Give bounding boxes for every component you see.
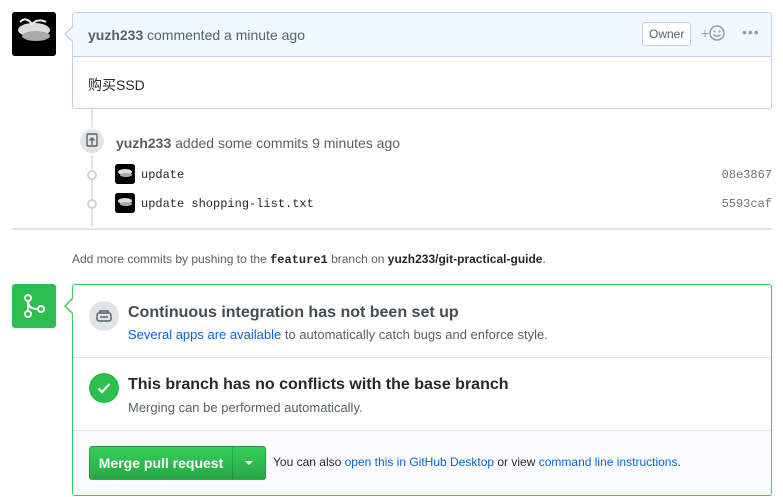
comment-caret-fill [66, 27, 73, 41]
push-hint: Add more commits by pushing to the featu… [72, 252, 546, 267]
alt-middle: or view [494, 455, 539, 469]
merge-box: Continuous integration has not been set … [72, 284, 772, 496]
owner-badge: Owner [642, 22, 692, 46]
repo-push-icon [78, 127, 106, 155]
ci-section: Continuous integration has not been set … [73, 285, 771, 358]
hint-middle: branch on [331, 252, 385, 266]
repo-name: yuzh233/git-practical-guide [387, 252, 543, 266]
ci-apps-link[interactable]: Several apps are available [128, 327, 281, 342]
commit-sha-link[interactable]: 5593caf [692, 197, 772, 211]
comment-header: yuzh233 commented a minute ago Owner + •… [73, 13, 771, 57]
push-event-text: yuzh233 added some commits 9 minutes ago [116, 135, 400, 151]
ci-icon [89, 301, 119, 331]
plus-label: + [701, 25, 710, 41]
comment-avatar[interactable] [12, 12, 56, 56]
github-desktop-link[interactable]: open this in GitHub Desktop [345, 455, 494, 469]
comment-box: yuzh233 commented a minute ago Owner + •… [72, 12, 772, 109]
merge-caret-fill [66, 299, 73, 313]
alt-suffix: . [677, 455, 681, 469]
caret-down-icon [245, 461, 253, 465]
comment-timestamp[interactable]: commented a minute ago [147, 27, 305, 43]
push-author[interactable]: yuzh233 [116, 135, 171, 151]
commit-avatar[interactable] [115, 164, 135, 184]
smiley-icon [709, 25, 725, 41]
hint-suffix: . [542, 252, 546, 266]
conflict-title: This branch has no conflicts with the ba… [128, 376, 509, 393]
timeline-divider [12, 228, 772, 230]
comment-author[interactable]: yuzh233 [88, 27, 143, 43]
git-merge-icon [12, 284, 56, 328]
more-options-button[interactable]: ••• [742, 24, 760, 40]
commit-avatar[interactable] [115, 193, 135, 213]
merge-method-dropdown[interactable] [232, 446, 266, 480]
commit-message-link[interactable]: update shopping-list.txt [141, 197, 314, 211]
branch-name: feature1 [270, 253, 328, 267]
check-icon [89, 373, 119, 403]
add-reaction-button[interactable]: + [701, 25, 725, 41]
alt-prefix: You can also [273, 455, 345, 469]
hint-prefix: Add more commits by pushing to the [72, 252, 267, 266]
commit-sha-link[interactable]: 08e3867 [692, 168, 772, 182]
command-line-link[interactable]: command line instructions [539, 455, 678, 469]
comment-body: 购买SSD [88, 77, 145, 93]
ci-title: Continuous integration has not been set … [128, 304, 459, 321]
commit-dot-icon [87, 199, 97, 209]
merge-pull-request-button[interactable]: Merge pull request [89, 446, 233, 480]
push-description: added some commits 9 minutes ago [175, 135, 401, 151]
commit-message-link[interactable]: update [141, 168, 184, 182]
conflict-description: Merging can be performed automatically. [128, 400, 363, 415]
conflict-section [73, 358, 771, 431]
merge-footer: Merge pull request You can also open thi… [73, 431, 771, 495]
ci-description: Several apps are available to automatica… [128, 327, 548, 342]
commit-dot-icon [87, 170, 97, 180]
ci-desc-text: to automatically catch bugs and enforce … [281, 327, 548, 342]
merge-alternatives: You can also open this in GitHub Desktop… [273, 455, 681, 469]
